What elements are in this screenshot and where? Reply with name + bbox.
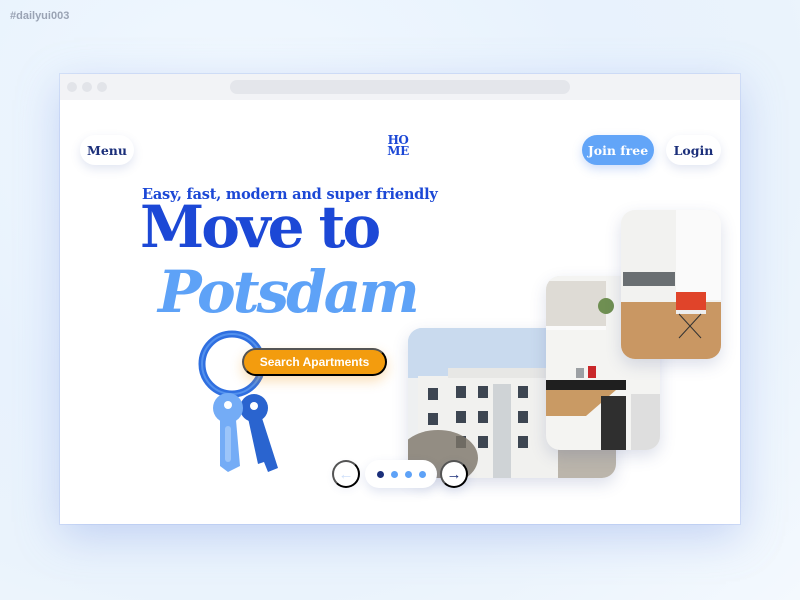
carousel-controls: ← →: [332, 456, 472, 492]
page-content: Menu HO ME Join free Login Easy, fast, m…: [60, 100, 740, 524]
light-key: [213, 393, 243, 472]
arrow-right-icon[interactable]: →: [440, 460, 468, 488]
home-logo[interactable]: HO ME: [383, 134, 413, 158]
arrow-left-icon[interactable]: ←: [332, 460, 360, 488]
menu-button[interactable]: Menu: [80, 135, 134, 165]
window-maximize-dot[interactable]: [97, 82, 107, 92]
browser-chrome: [60, 74, 740, 100]
window-minimize-dot[interactable]: [82, 82, 92, 92]
carousel-dot-1[interactable]: [376, 470, 384, 478]
login-button[interactable]: Login: [666, 135, 721, 165]
carousel-dot-3[interactable]: [404, 470, 412, 478]
hero-title-line-2: Potsdam: [158, 258, 420, 326]
address-bar[interactable]: [230, 80, 570, 94]
dark-key: [240, 394, 278, 472]
join-free-button[interactable]: Join free: [582, 135, 654, 165]
hero-title-line-1: Move to: [140, 193, 381, 261]
window-close-dot[interactable]: [67, 82, 77, 92]
search-apartments-button[interactable]: Search Apartments: [242, 348, 387, 376]
carousel-pagination: [365, 460, 437, 488]
living-room-photo[interactable]: [621, 210, 721, 359]
carousel-dot-2[interactable]: [390, 470, 398, 478]
browser-window: Menu HO ME Join free Login Easy, fast, m…: [60, 74, 740, 524]
carousel-dot-4[interactable]: [418, 470, 426, 478]
living-room-graphic: [621, 210, 721, 359]
shot-tag: #dailyui003: [10, 10, 70, 22]
logo-line-2: ME: [387, 144, 409, 158]
